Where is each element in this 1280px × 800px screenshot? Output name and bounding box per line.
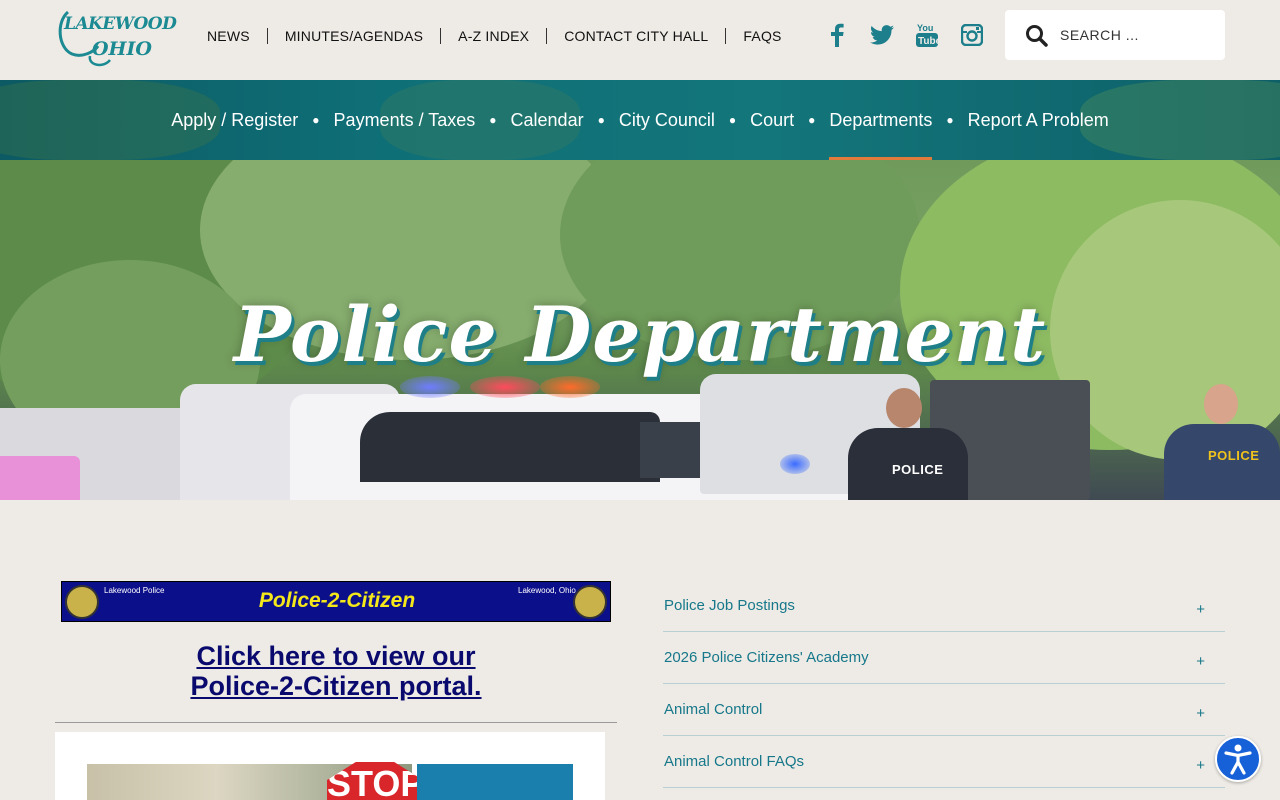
nav-apply-register[interactable]: Apply / Register (171, 80, 298, 160)
police-officer: POLICE (848, 388, 968, 500)
feature-card[interactable]: STOP (55, 732, 605, 800)
hero-banner: POLICE POLICE Police Department (0, 160, 1280, 500)
pink-object (0, 456, 80, 500)
accordion-item-label: 2026 Police Citizens' Academy (664, 649, 869, 666)
portal-link-line2: Police-2-Citizen portal. (190, 671, 482, 701)
main-nav-bar: Apply / Register ● Payments / Taxes ● Ca… (0, 80, 1280, 160)
plus-icon[interactable]: + (1196, 653, 1205, 670)
police-2-citizen-banner[interactable]: Lakewood Police Police-2-Citizen Lakewoo… (61, 581, 611, 622)
search-box[interactable] (1005, 10, 1225, 60)
nav-report-a-problem[interactable]: Report A Problem (968, 80, 1109, 160)
util-link-contact-city-hall[interactable]: CONTACT CITY HALL (547, 26, 725, 46)
nav-separator: ● (728, 113, 737, 127)
facebook-icon[interactable] (814, 20, 859, 50)
util-link-minutes-agendas[interactable]: MINUTES/AGENDAS (268, 26, 440, 46)
officer-head (886, 388, 922, 428)
police-officer: POLICE (1164, 384, 1280, 500)
plus-icon[interactable]: + (1196, 757, 1205, 774)
nav-separator: ● (312, 113, 320, 127)
plus-icon[interactable]: + (1196, 601, 1205, 618)
accordion-item-citizens-academy[interactable]: 2026 Police Citizens' Academy + (663, 632, 1225, 684)
util-link-a-z-index[interactable]: A-Z INDEX (441, 26, 546, 46)
twitter-icon[interactable] (859, 20, 904, 50)
nav-payments-taxes[interactable]: Payments / Taxes (334, 80, 476, 160)
nav-court[interactable]: Court (750, 80, 794, 160)
accessibility-icon (1224, 744, 1252, 775)
officer-badge-text: POLICE (1208, 448, 1260, 463)
util-link-faqs[interactable]: FAQS (726, 26, 798, 46)
city-seal-icon (573, 585, 607, 619)
search-input[interactable] (1060, 27, 1220, 43)
page-title: Police Department (233, 290, 1047, 379)
accordion-item-animal-control-faqs[interactable]: Animal Control FAQs + (663, 736, 1225, 788)
banner-right-text: Lakewood, Ohio (518, 586, 576, 595)
utility-nav: NEWS MINUTES/AGENDAS A-Z INDEX CONTACT C… (190, 26, 799, 46)
siren-light (780, 454, 810, 474)
content-divider (55, 722, 617, 723)
siren-light (400, 376, 460, 398)
stop-sign-icon: STOP (327, 762, 423, 800)
nav-calendar[interactable]: Calendar (511, 80, 584, 160)
card-side-panel (417, 764, 573, 800)
search-icon[interactable] (1025, 24, 1048, 47)
nav-separator: ● (597, 113, 605, 127)
officer-badge-text: POLICE (892, 462, 944, 477)
police-2-citizen-portal-link[interactable]: Click here to view our Police-2-Citizen … (55, 641, 617, 701)
accordion: Police Job Postings + 2026 Police Citize… (663, 580, 1225, 788)
util-link-news[interactable]: NEWS (190, 26, 267, 46)
car-window (360, 412, 660, 482)
accordion-item-label: Animal Control FAQs (664, 753, 805, 770)
main-nav: Apply / Register ● Payments / Taxes ● Ca… (0, 80, 1280, 160)
svg-text:Tube: Tube (918, 36, 938, 47)
nav-separator: ● (489, 113, 497, 127)
nav-separator: ● (808, 113, 816, 127)
lakewood-logo[interactable]: LAKEWOOD OHIO (54, 8, 177, 68)
top-bar: LAKEWOOD OHIO NEWS MINUTES/AGENDAS A-Z I… (0, 0, 1280, 80)
instagram-icon[interactable] (949, 20, 994, 50)
siren-light (470, 376, 540, 398)
accordion-item-police-job-postings[interactable]: Police Job Postings + (663, 580, 1225, 632)
social-links: You Tube (814, 20, 994, 50)
plus-icon[interactable]: + (1196, 705, 1205, 722)
logo-line2: OHIO (92, 38, 152, 60)
nav-city-council[interactable]: City Council (619, 80, 715, 160)
siren-light (540, 376, 600, 398)
accessibility-button[interactable] (1215, 736, 1261, 782)
svg-text:You: You (917, 23, 933, 33)
youtube-icon[interactable]: You Tube (904, 20, 949, 50)
accordion-item-label: Police Job Postings (664, 597, 795, 614)
nav-separator: ● (946, 113, 954, 127)
card-photo: STOP (87, 762, 423, 800)
nav-departments[interactable]: Departments (829, 80, 933, 160)
officer-head (1204, 384, 1238, 424)
accordion-item-animal-control[interactable]: Animal Control + (663, 684, 1225, 736)
accordion-item-label: Animal Control (664, 701, 763, 718)
logo-line1: LAKEWOOD (64, 14, 177, 34)
portal-link-line1: Click here to view our (196, 641, 476, 671)
